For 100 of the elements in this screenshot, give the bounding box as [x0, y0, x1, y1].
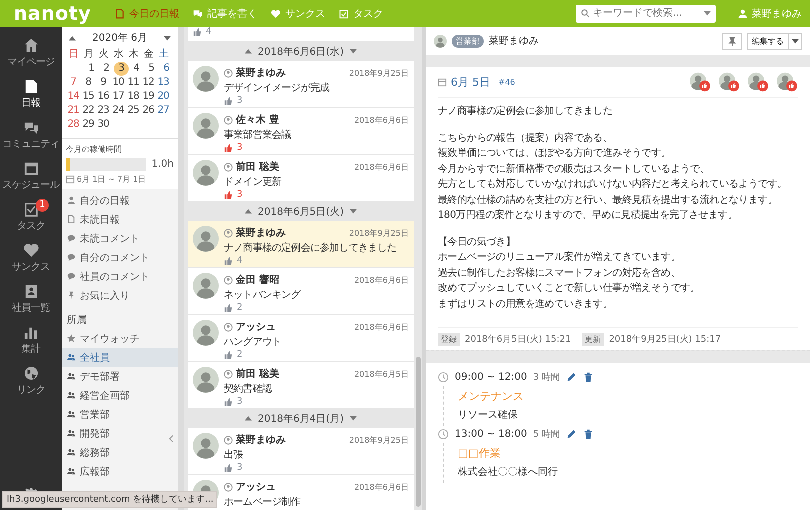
- filter-link[interactable]: 自分の日報: [62, 191, 178, 210]
- calendar-day[interactable]: 1: [84, 62, 99, 76]
- group-link[interactable]: デモ部署: [62, 367, 178, 386]
- report-title: ナノ商事様の定例会に参加してきました: [224, 242, 398, 255]
- calendar-day[interactable]: 17: [111, 90, 126, 104]
- filter-link[interactable]: 未読日報: [62, 210, 178, 229]
- sidebar-item[interactable]: リンク: [0, 361, 62, 402]
- calendar-day[interactable]: 18: [126, 90, 141, 104]
- calendar-day[interactable]: 9: [96, 76, 111, 90]
- people-icon: [67, 391, 76, 400]
- avatar-icon: [193, 433, 219, 459]
- liker-avatar-icon: [747, 72, 769, 92]
- calendar-day[interactable]: 20: [156, 90, 171, 104]
- group-link[interactable]: 広報部: [62, 462, 178, 481]
- calendar-day[interactable]: 28: [66, 118, 81, 132]
- trash-icon[interactable]: [582, 429, 594, 440]
- edit-button[interactable]: 編集する: [747, 32, 789, 50]
- sidebar-item[interactable]: マイページ: [0, 33, 62, 74]
- report-card[interactable]: 前田 聡美 2018年6月5日 契約書確認 3: [188, 362, 414, 409]
- pencil-icon[interactable]: [566, 372, 577, 383]
- clock-icon: [438, 429, 449, 440]
- search-field[interactable]: キーワードで検索...: [576, 4, 716, 22]
- calendar-day[interactable]: 11: [126, 76, 141, 90]
- author-name: 菜野まゆみ: [489, 34, 539, 48]
- report-card[interactable]: 菜野まゆみ 2018年9月25日 デザインイメージが完成 3: [188, 61, 414, 108]
- previous-day-icon[interactable]: [245, 49, 252, 54]
- calendar-day[interactable]: 4: [129, 62, 144, 76]
- next-day-icon[interactable]: [350, 209, 357, 214]
- group-link[interactable]: 総務部: [62, 443, 178, 462]
- report-card[interactable]: 菜野まゆみ 2018年9月25日 ナノ商事様の定例会に参加してきました 4: [188, 221, 414, 268]
- sidebar-item[interactable]: 日報: [0, 74, 62, 115]
- report-card[interactable]: 菜野まゆみ 2018年9月25日 出張 3: [188, 428, 414, 475]
- calendar-day[interactable]: 27: [156, 104, 171, 118]
- calendar-day[interactable]: 6: [159, 62, 174, 76]
- people-icon: [67, 353, 76, 362]
- worktime-reading: 1.0h: [152, 159, 174, 170]
- filter-link[interactable]: 社員のコメント: [62, 267, 178, 286]
- trash-icon[interactable]: [582, 372, 594, 383]
- people-icon: [67, 372, 76, 381]
- calendar-day[interactable]: 5: [144, 62, 159, 76]
- filter-link[interactable]: 自分のコメント: [62, 248, 178, 267]
- previous-day-icon[interactable]: [245, 209, 252, 214]
- calendar-day[interactable]: 7: [66, 76, 81, 90]
- calendar-day[interactable]: 22: [81, 104, 96, 118]
- group-link[interactable]: 経営企画部: [62, 386, 178, 405]
- group-link[interactable]: 全社員: [62, 348, 178, 367]
- calendar-day[interactable]: 12: [141, 76, 156, 90]
- author-name: 前田 聡美: [236, 160, 280, 174]
- calendar-day[interactable]: 8: [81, 76, 96, 90]
- calendar-day[interactable]: 16: [96, 90, 111, 104]
- calendar-day[interactable]: 25: [126, 104, 141, 118]
- sidebar-item[interactable]: 集計: [0, 320, 62, 361]
- sidebar-item[interactable]: サンクス: [0, 238, 62, 279]
- report-card[interactable]: 金田 響昭 2018年6月6日 ネットバンキング 2: [188, 268, 414, 315]
- calendar-day[interactable]: 2: [99, 62, 114, 76]
- report-title: ホームページ制作: [224, 496, 302, 509]
- report-card[interactable]: 前田 聡美 2018年6月6日 ドメイン更新 3: [188, 155, 414, 202]
- meta-tag: 更新: [582, 332, 604, 346]
- report-date: 2018年9月25日: [349, 68, 409, 78]
- calendar-day[interactable]: 24: [111, 104, 126, 118]
- pencil-icon[interactable]: [566, 429, 577, 440]
- heart-icon: [271, 8, 282, 18]
- calendar-day[interactable]: 19: [141, 90, 156, 104]
- dropdown-button[interactable]: [789, 32, 802, 50]
- calendar-day[interactable]: 3: [114, 62, 129, 76]
- chat-icon: [24, 120, 38, 135]
- report-card[interactable]: 佐々木 豊 2018年6月6日 事業部営業会議 3: [188, 108, 414, 155]
- group-link[interactable]: 営業部: [62, 405, 178, 424]
- sidebar-item[interactable]: 1 タスク: [0, 197, 62, 238]
- next-day-icon[interactable]: [350, 49, 357, 54]
- people-icon: [67, 410, 76, 419]
- calendar-day[interactable]: 26: [141, 104, 156, 118]
- collapse-icon[interactable]: [169, 435, 174, 443]
- calendar-day[interactable]: 23: [96, 104, 111, 118]
- filter-link[interactable]: お気に入り: [62, 286, 178, 305]
- calendar-day[interactable]: 15: [81, 90, 96, 104]
- report-date: 6月 5日: [451, 74, 490, 90]
- calendar-day[interactable]: 21: [66, 104, 81, 118]
- sidebar-item[interactable]: コミュニティ: [0, 115, 62, 156]
- group-link[interactable]: マイウォッチ: [62, 329, 178, 348]
- user-icon: [224, 322, 233, 332]
- calendar-day[interactable]: 30: [96, 118, 111, 132]
- next-month-icon[interactable]: [164, 36, 171, 40]
- filter-link[interactable]: 未読コメント: [62, 229, 178, 248]
- group-link[interactable]: 開発部: [62, 424, 178, 443]
- report-title: ハングアウト: [224, 336, 283, 349]
- pin-button[interactable]: [722, 32, 742, 50]
- next-day-icon[interactable]: [350, 416, 357, 421]
- previous-day-icon[interactable]: [245, 416, 252, 421]
- sidebar-item[interactable]: 社員一覧: [0, 279, 62, 320]
- calendar-day[interactable]: 13: [156, 76, 171, 90]
- calendar-day[interactable]: 14: [66, 90, 81, 104]
- previous-month-icon[interactable]: [69, 36, 76, 40]
- user-icon: [738, 8, 748, 18]
- scrollbar[interactable]: [416, 357, 421, 507]
- calendar-day[interactable]: 10: [111, 76, 126, 90]
- report-card[interactable]: アッシュ 2018年6月6日 ハングアウト 2: [188, 315, 414, 362]
- sidebar-item[interactable]: スケジュール: [0, 156, 62, 197]
- clock-icon: [438, 372, 449, 383]
- calendar-day[interactable]: 29: [81, 118, 96, 132]
